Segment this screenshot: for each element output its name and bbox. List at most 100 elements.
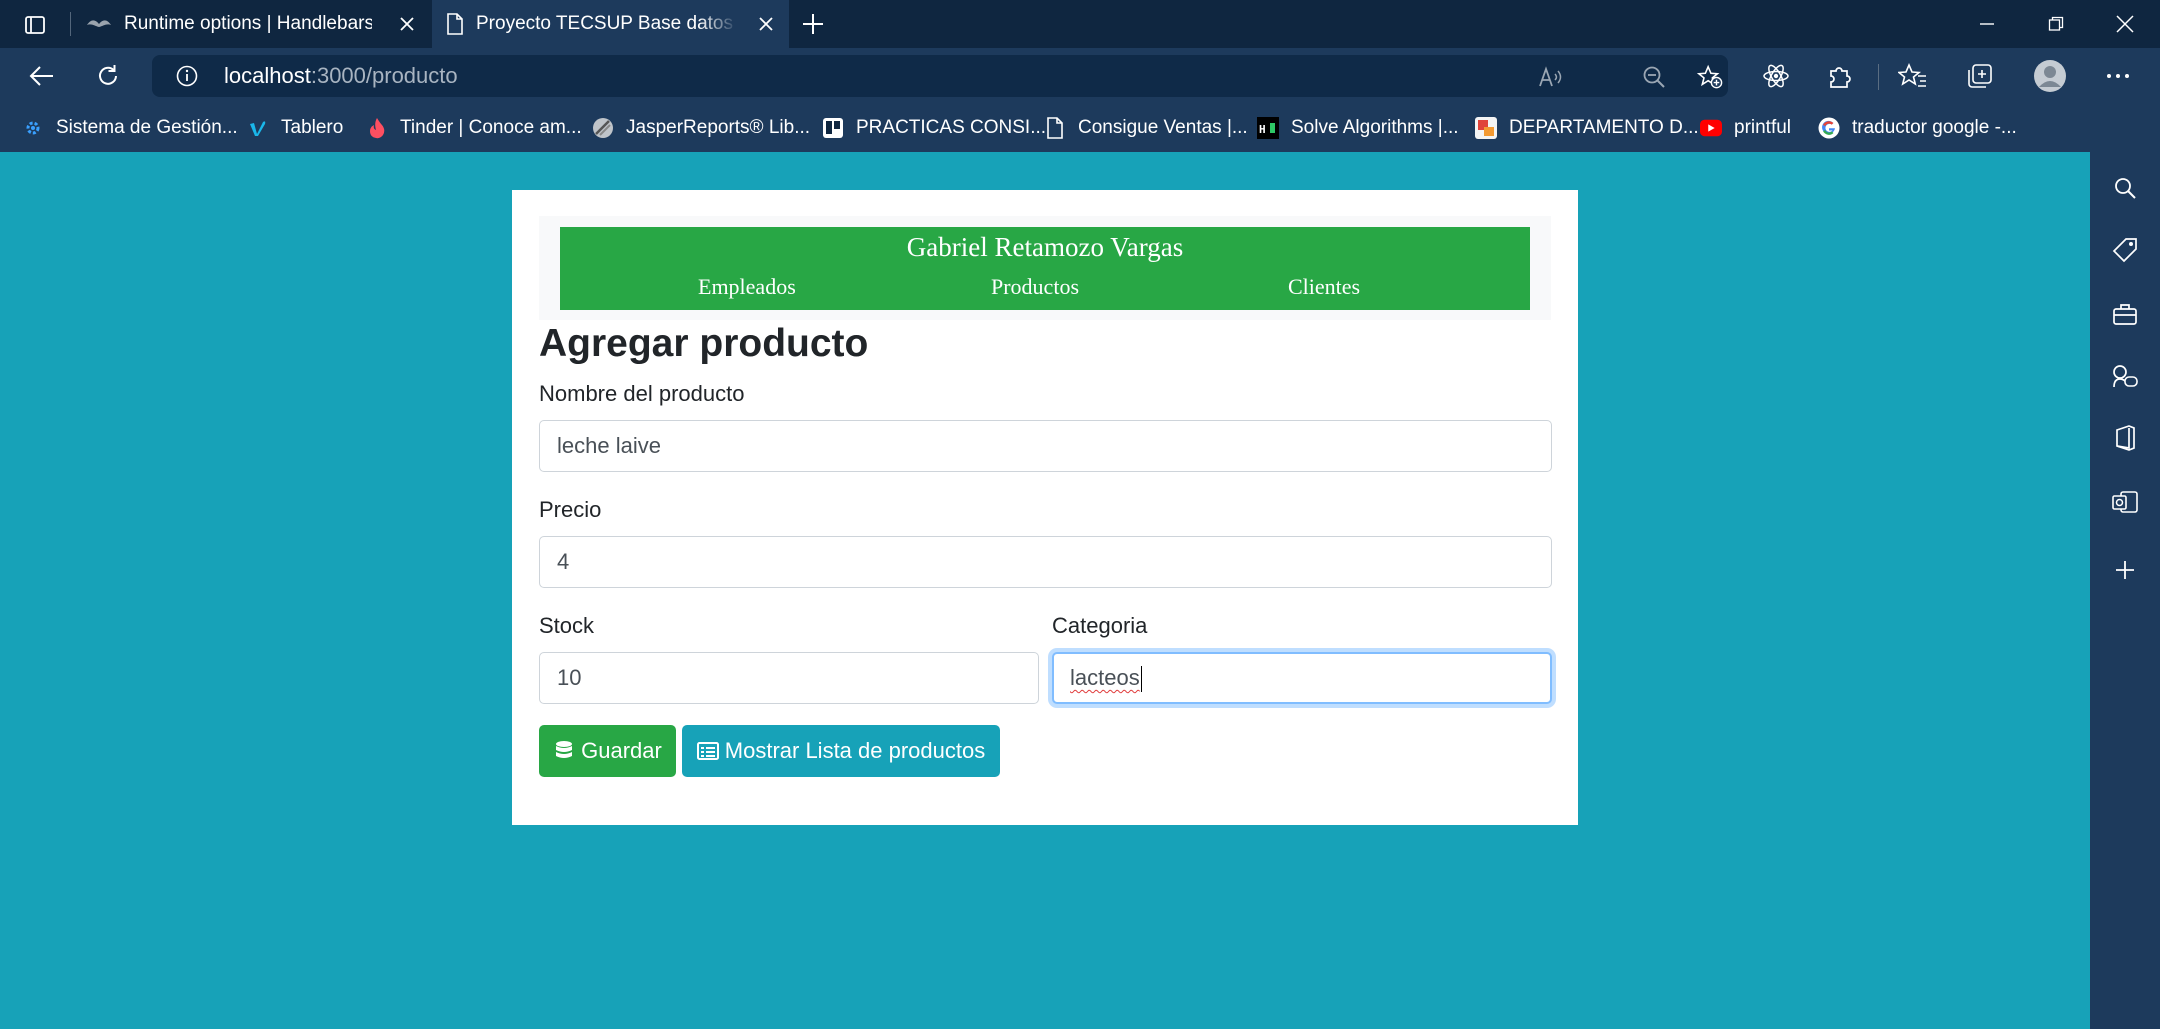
precio-value: 4	[557, 549, 570, 574]
nombre-label: Nombre del producto	[539, 381, 745, 406]
bookmark-item[interactable]: Consigue Ventas |...	[1044, 104, 1248, 152]
bookmark-label: printful	[1734, 117, 1792, 138]
bookmark-label: JasperReports® Lib...	[626, 117, 811, 138]
bookmark-label: Tinder | Conoce am...	[400, 117, 582, 138]
trello-favicon-icon	[822, 117, 844, 139]
bookmark-label: DEPARTAMENTO D...	[1509, 117, 1699, 138]
tools-briefcase-icon[interactable]	[2111, 300, 2139, 328]
google-favicon-icon	[1818, 117, 1840, 139]
bookmark-item[interactable]: printful	[1700, 104, 1791, 152]
stock-label: Stock	[539, 613, 595, 638]
bookmark-item[interactable]: DEPARTAMENTO D...	[1475, 104, 1699, 152]
toolbar-separator	[1878, 64, 1879, 90]
site-info-icon[interactable]	[176, 65, 198, 87]
mostrar-lista-label: Mostrar Lista de productos	[724, 738, 986, 763]
minimize-icon[interactable]	[1970, 10, 2004, 38]
nav-link-clientes[interactable]: Clientes	[1288, 274, 1360, 300]
tab-actions-icon[interactable]	[22, 12, 48, 38]
games-icon[interactable]	[2111, 362, 2139, 390]
extensions-puzzle-icon[interactable]	[1824, 60, 1856, 92]
precio-label: Precio	[539, 497, 602, 522]
new-tab-plus-icon[interactable]	[800, 11, 830, 37]
tab-separator	[70, 12, 71, 36]
add-sidebar-app-plus-icon[interactable]	[2111, 556, 2139, 584]
back-arrow-icon[interactable]	[26, 60, 58, 92]
nombre-input[interactable]: leche laive	[539, 420, 1552, 472]
browser-tab-handlebars[interactable]: Runtime options | Handlebars	[72, 0, 430, 48]
bookmark-item[interactable]: Tinder | Conoce am...	[366, 104, 582, 152]
hackerrank-favicon-icon: H	[1257, 117, 1279, 139]
svg-text:H: H	[1259, 123, 1266, 136]
address-bar[interactable]: localhost:3000/producto	[152, 55, 1728, 97]
office-icon[interactable]	[2111, 424, 2139, 452]
url-host: localhost	[224, 63, 311, 88]
bookmark-label: PRACTICAS CONSI...	[856, 117, 1047, 138]
mostrar-lista-button[interactable]: Mostrar Lista de productos	[682, 725, 1000, 777]
categoria-value: lacteos	[1070, 665, 1140, 690]
nav-link-productos[interactable]: Productos	[991, 274, 1079, 300]
jasper-favicon-icon	[592, 117, 614, 139]
nombre-value: leche laive	[557, 433, 661, 458]
author-name: Gabriel Retamozo Vargas	[906, 232, 1184, 262]
tinder-flame-icon	[366, 117, 388, 139]
search-icon[interactable]	[2111, 174, 2139, 202]
close-tab-icon[interactable]	[755, 13, 777, 35]
collections-icon[interactable]	[1964, 60, 1996, 92]
close-window-icon[interactable]	[2108, 10, 2142, 38]
browser-toolbar: localhost:3000/producto	[0, 48, 2160, 104]
refresh-icon[interactable]	[92, 60, 124, 92]
bookmark-item[interactable]: Tablero	[247, 104, 343, 152]
gear-favicon-icon	[22, 117, 44, 139]
bookmark-item[interactable]: traductor google -...	[1818, 104, 2017, 152]
bookmark-label: Consigue Ventas |...	[1078, 117, 1248, 138]
url-text[interactable]: localhost:3000/producto	[224, 55, 458, 97]
categoria-label: Categoria	[1052, 613, 1148, 638]
bookmark-item[interactable]: Sistema de Gestión...	[22, 104, 238, 152]
categoria-input[interactable]: lacteos	[1052, 652, 1552, 704]
sidebar-header	[2090, 104, 2160, 152]
outlook-icon[interactable]	[2111, 488, 2139, 516]
precio-input[interactable]: 4	[539, 536, 1552, 588]
stock-value: 10	[557, 665, 582, 690]
guardar-button[interactable]: Guardar	[539, 725, 676, 777]
stock-input[interactable]: 10	[539, 652, 1039, 704]
add-favorite-star-icon[interactable]	[1697, 64, 1723, 90]
page-favicon-icon	[446, 13, 464, 35]
zoom-out-icon[interactable]	[1641, 64, 1667, 90]
page-icon	[1044, 117, 1066, 139]
bookmark-label: traductor google -...	[1852, 117, 2017, 138]
restore-window-icon[interactable]	[2039, 10, 2073, 38]
text-caret	[1140, 666, 1142, 693]
database-icon	[553, 740, 575, 762]
product-form-card: Gabriel Retamozo Vargas Empleados Produc…	[512, 190, 1578, 825]
edge-sidebar	[2090, 152, 2160, 1029]
browser-tab-proyecto[interactable]: Proyecto TECSUP Base datos avanzado	[432, 0, 789, 48]
vimeo-favicon-icon	[247, 117, 269, 139]
url-path: :3000/producto	[310, 63, 458, 88]
close-tab-icon[interactable]	[396, 13, 418, 35]
list-alt-icon	[696, 740, 719, 762]
department-favicon-icon	[1475, 117, 1497, 139]
guardar-label: Guardar	[581, 738, 662, 763]
page-title: Agregar producto	[539, 322, 869, 365]
bookmark-item[interactable]: H Solve Algorithms |...	[1257, 104, 1459, 152]
shopping-tag-icon[interactable]	[2111, 236, 2139, 264]
read-aloud-icon[interactable]	[1538, 64, 1564, 90]
nav-link-empleados[interactable]: Empleados	[698, 274, 796, 300]
profile-avatar-icon[interactable]	[2032, 58, 2068, 94]
favorites-icon[interactable]	[1897, 60, 1929, 92]
bookmark-item[interactable]: PRACTICAS CONSI...	[822, 104, 1046, 152]
browser-titlebar: Runtime options | Handlebars Proyecto TE…	[0, 0, 2160, 48]
react-devtools-icon[interactable]	[1760, 60, 1792, 92]
bookmark-label: Sistema de Gestión...	[56, 117, 238, 138]
youtube-favicon-icon	[1700, 117, 1722, 139]
bookmarks-bar: Sistema de Gestión... Tablero Tinder | C…	[0, 104, 2090, 152]
bookmark-label: Solve Algorithms |...	[1291, 117, 1459, 138]
handlebars-favicon-icon	[86, 17, 112, 31]
more-options-icon[interactable]	[2102, 60, 2134, 92]
tab-title: Proyecto TECSUP Base datos avanzado	[476, 13, 738, 34]
navbar-container: Gabriel Retamozo Vargas Empleados Produc…	[539, 216, 1551, 320]
bookmark-item[interactable]: JasperReports® Lib...	[592, 104, 810, 152]
tab-title: Runtime options | Handlebars	[124, 13, 372, 34]
site-header: Gabriel Retamozo Vargas Empleados Produc…	[560, 227, 1530, 310]
